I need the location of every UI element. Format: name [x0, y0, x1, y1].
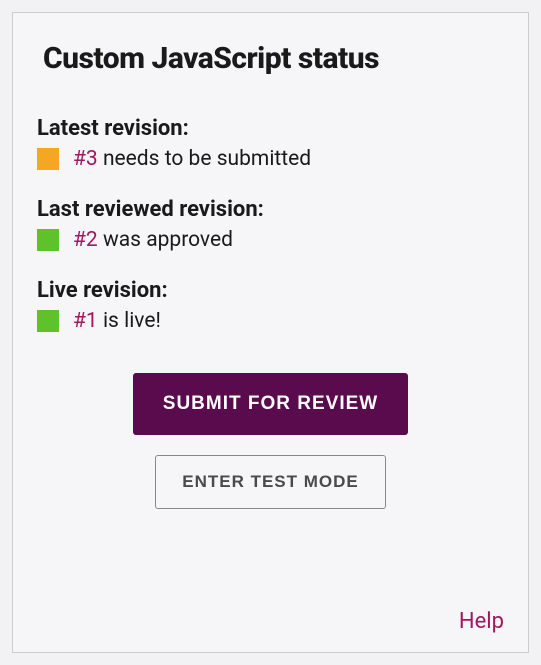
revision-number: #1 — [73, 309, 98, 333]
latest-revision-block: Latest revision: #3 needs to be submitte… — [43, 116, 498, 171]
latest-revision-status: #3 needs to be submitted — [37, 147, 498, 171]
enter-test-mode-button[interactable]: ENTER TEST MODE — [155, 455, 386, 509]
live-revision-block: Live revision: #1 is live! — [43, 278, 498, 333]
help-link[interactable]: Help — [459, 609, 504, 634]
live-revision-status: #1 is live! — [37, 309, 498, 333]
live-revision-label: Live revision: — [37, 278, 498, 303]
latest-revision-label: Latest revision: — [37, 116, 498, 141]
revision-status-text: needs to be submitted — [98, 147, 311, 171]
revision-number: #3 — [73, 147, 98, 171]
last-reviewed-revision-label: Last reviewed revision: — [37, 197, 498, 222]
revision-status-text: is live! — [98, 309, 161, 333]
last-reviewed-revision-block: Last reviewed revision: #2 was approved — [43, 197, 498, 252]
revision-number: #2 — [73, 228, 98, 252]
status-square-icon — [37, 229, 59, 251]
submit-for-review-button[interactable]: SUBMIT FOR REVIEW — [133, 373, 408, 435]
latest-revision-text: #3 needs to be submitted — [73, 147, 311, 171]
button-area: SUBMIT FOR REVIEW ENTER TEST MODE — [43, 373, 498, 509]
status-square-icon — [37, 310, 59, 332]
status-square-icon — [37, 148, 59, 170]
panel-title: Custom JavaScript status — [43, 41, 498, 76]
last-reviewed-revision-text: #2 was approved — [73, 228, 233, 252]
revision-status-text: was approved — [98, 228, 233, 252]
live-revision-text: #1 is live! — [73, 309, 161, 333]
last-reviewed-revision-status: #2 was approved — [37, 228, 498, 252]
status-panel: Custom JavaScript status Latest revision… — [12, 12, 529, 653]
